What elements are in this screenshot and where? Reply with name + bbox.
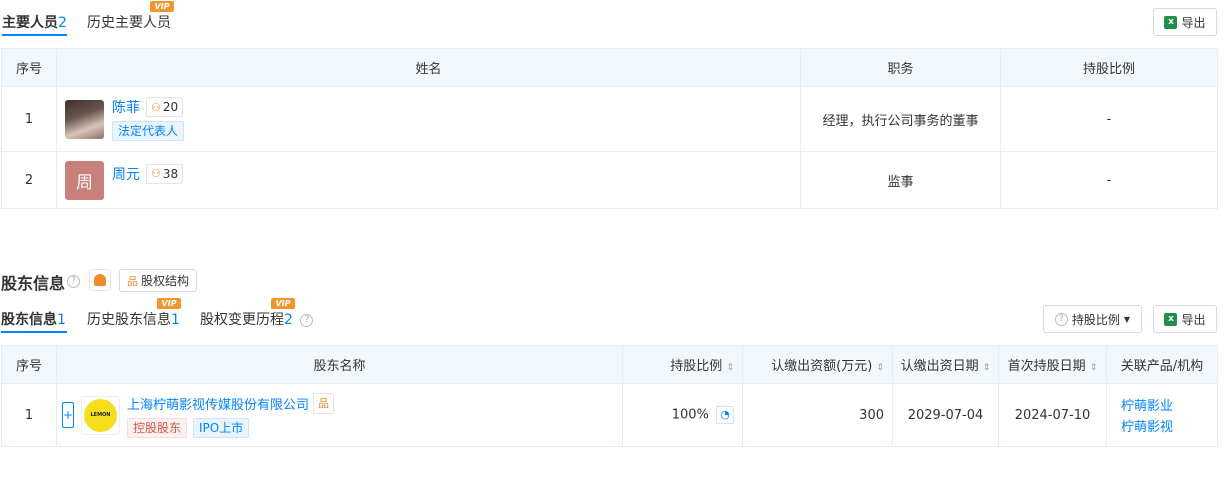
- vip-badge: VIP: [271, 298, 295, 309]
- header-label: 认缴出资日期: [900, 359, 979, 374]
- sort-icon: ⇕: [876, 363, 884, 373]
- share-ratio-dropdown[interactable]: ? 持股比例 ▼: [1043, 305, 1142, 333]
- export-label: 导出: [1181, 312, 1206, 327]
- table-row: 1 + LEMON 上海柠萌影视传媒股份有限公司 品 控股股东 IPO上市 10…: [1, 383, 1218, 447]
- tab-count: 1: [171, 312, 180, 328]
- position-cell: 监事: [800, 151, 1001, 209]
- related-cell: 柠萌影业 柠萌影视: [1106, 383, 1218, 447]
- person-cell: 陈菲 ⚇ 20 法定代表人: [56, 86, 801, 152]
- header-label: 持股比例: [670, 359, 723, 374]
- first-date-cell: 2024-07-10: [998, 383, 1107, 447]
- header-name: 姓名: [56, 48, 801, 87]
- capital-date-cell: 2029-07-04: [892, 383, 999, 447]
- active-tab-underline: [2, 34, 67, 36]
- related-link[interactable]: 柠萌影视: [1121, 416, 1217, 435]
- relation-count: 38: [162, 166, 179, 181]
- org-chart-icon[interactable]: 品: [313, 392, 335, 414]
- tab-history-shareholders[interactable]: 历史股东信息1: [87, 309, 180, 329]
- export-label: 导出: [1181, 15, 1206, 30]
- share-ratio-value: 100%: [671, 407, 709, 423]
- vip-badge: VIP: [157, 298, 181, 309]
- share-ratio-cell: 100% ◔: [622, 383, 743, 447]
- header-capital[interactable]: 认缴出资额(万元) ⇕: [742, 345, 893, 384]
- header-label: 认缴出资额(万元): [771, 359, 873, 374]
- tab-history-personnel[interactable]: 历史主要人员: [87, 12, 171, 32]
- shareholders-table: 序号 股东名称 持股比例 ⇕ 认缴出资额(万元) ⇕ 认缴出资日期 ⇕ 首次持股…: [1, 345, 1218, 447]
- vip-badge: VIP: [150, 1, 174, 12]
- row-index: 1: [1, 86, 57, 152]
- sort-icon: ⇕: [982, 363, 991, 373]
- equity-structure-button[interactable]: 品 股权结构: [119, 269, 197, 292]
- position-cell: 经理，执行公司事务的董事: [800, 86, 1001, 152]
- excel-icon: x: [1164, 15, 1178, 29]
- capital-cell: 300: [742, 383, 893, 447]
- help-icon[interactable]: ?: [300, 313, 314, 327]
- export-button[interactable]: x 导出: [1153, 305, 1217, 333]
- sort-icon: ⇕: [726, 363, 734, 373]
- person-name-link[interactable]: 周元: [112, 164, 140, 184]
- legal-rep-tag: 法定代表人: [112, 121, 185, 141]
- relation-count: 20: [162, 100, 179, 114]
- relation-chip[interactable]: ⚇ 20: [146, 97, 184, 117]
- table-row: 2 周 周元 ⚇ 38 监事 -: [1, 151, 1218, 209]
- logo-text: LEMON: [90, 412, 111, 418]
- header-label: 首次持股日期: [1007, 359, 1086, 374]
- personnel-table: 序号 姓名 职务 持股比例 1 陈菲 ⚇ 20 法定代表人 经理，执行公司事务的…: [1, 48, 1218, 209]
- row-index: 1: [1, 383, 57, 447]
- tab-label: 股东信息: [1, 312, 57, 328]
- row-index: 2: [1, 151, 57, 209]
- shareholder-cell: + LEMON 上海柠萌影视传媒股份有限公司 品 控股股东 IPO上市: [56, 383, 623, 447]
- tab-label: 股权变更历程: [200, 312, 284, 328]
- tab-count: 2: [58, 15, 67, 31]
- help-icon: ?: [1054, 312, 1068, 326]
- table-row: 1 陈菲 ⚇ 20 法定代表人 经理，执行公司事务的董事 -: [1, 86, 1218, 152]
- sort-icon: ⇕: [1089, 363, 1098, 373]
- person-cell: 周 周元 ⚇ 38: [56, 151, 801, 209]
- export-button[interactable]: x 导出: [1153, 8, 1217, 36]
- caret-down-icon: ▼: [1123, 314, 1131, 324]
- network-icon: ⚇: [151, 100, 161, 114]
- org-chart-icon: 品: [126, 274, 138, 288]
- tab-label: 历史主要人员: [87, 15, 171, 31]
- header-share-ratio[interactable]: 持股比例 ⇕: [622, 345, 743, 384]
- dropdown-label: 持股比例: [1071, 312, 1120, 327]
- equity-structure-label: 股权结构: [140, 274, 189, 288]
- header-first-date[interactable]: 首次持股日期 ⇕: [998, 345, 1107, 384]
- header-share: 持股比例: [1000, 48, 1218, 87]
- controlling-shareholder-tag: 控股股东: [127, 417, 188, 438]
- shareholder-name-link[interactable]: 上海柠萌影视传媒股份有限公司: [127, 394, 309, 413]
- expand-button[interactable]: +: [62, 402, 74, 428]
- active-tab-underline: [1, 331, 67, 333]
- help-icon[interactable]: ?: [67, 275, 80, 288]
- tab-label: 主要人员: [2, 15, 58, 31]
- header-related: 关联产品/机构: [1106, 345, 1218, 384]
- header-position: 职务: [800, 48, 1001, 87]
- company-logo[interactable]: LEMON: [81, 395, 120, 435]
- pie-chart-icon[interactable]: ◔: [716, 406, 734, 424]
- section-title: 股东信息: [1, 274, 66, 293]
- avatar[interactable]: 周: [65, 160, 104, 200]
- related-link[interactable]: 柠萌影业: [1121, 395, 1217, 414]
- tab-count: 1: [57, 312, 66, 328]
- header-capital-date[interactable]: 认缴出资日期 ⇕: [892, 345, 999, 384]
- tab-label: 历史股东信息: [87, 312, 171, 328]
- share-cell: -: [1000, 151, 1218, 209]
- network-icon: ⚇: [151, 167, 161, 180]
- bell-icon: [94, 274, 106, 286]
- ipo-tag: IPO上市: [193, 417, 250, 438]
- share-cell: -: [1000, 86, 1218, 152]
- tab-shareholder-info[interactable]: 股东信息1: [1, 309, 66, 329]
- person-name-link[interactable]: 陈菲: [112, 97, 140, 117]
- avatar[interactable]: [65, 99, 104, 139]
- tab-main-personnel[interactable]: 主要人员2: [2, 12, 67, 32]
- header-shareholder-name: 股东名称: [56, 345, 623, 384]
- tab-equity-changes[interactable]: 股权变更历程2 ?: [200, 309, 314, 329]
- follow-button[interactable]: [89, 269, 111, 291]
- tab-count: 2: [284, 312, 293, 328]
- header-index: 序号: [1, 345, 57, 384]
- relation-chip[interactable]: ⚇ 38: [146, 163, 184, 184]
- header-index: 序号: [1, 48, 57, 87]
- excel-icon: x: [1164, 312, 1178, 326]
